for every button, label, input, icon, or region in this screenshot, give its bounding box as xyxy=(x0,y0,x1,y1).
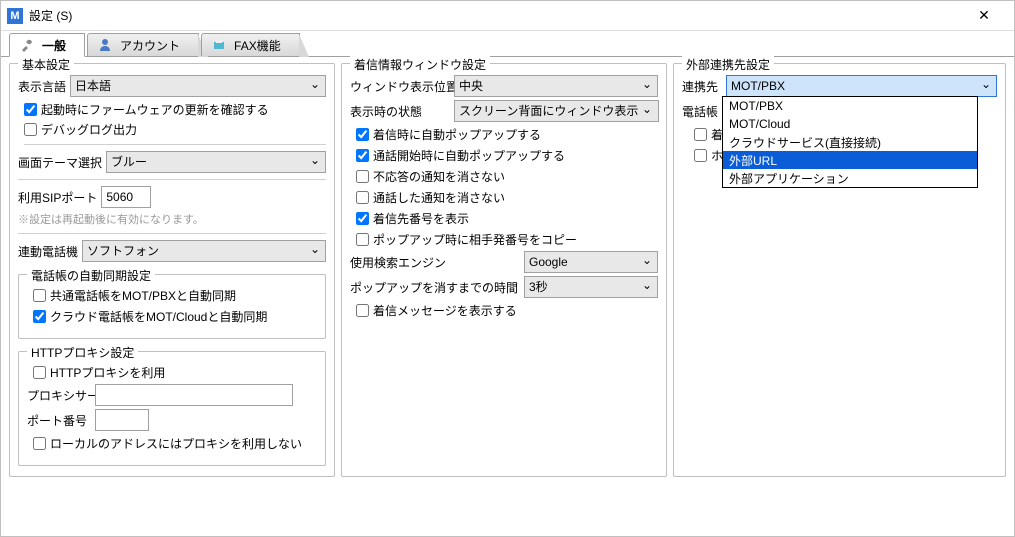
cb-label: 起動時にファームウェアの更新を確認する xyxy=(41,101,269,118)
sip-label: 利用SIPポート xyxy=(18,189,97,206)
cb-auto-popup-call[interactable] xyxy=(356,149,369,162)
group-sync: 電話帳の自動同期設定 共通電話帳をMOT/PBXと自動同期 クラウド電話帳をMO… xyxy=(18,274,326,339)
group-title: 基本設定 xyxy=(18,56,74,73)
tab-label: FAX機能 xyxy=(234,37,281,54)
group-external: 外部連携先設定 連携先 MOT/PBX MOT/PBXMOT/Cloudクラウド… xyxy=(673,63,1006,477)
time-select[interactable]: 3秒 xyxy=(524,276,658,298)
cb-startup-fw[interactable] xyxy=(24,103,37,116)
theme-select[interactable]: ブルー xyxy=(106,151,326,173)
cb-keep-called[interactable] xyxy=(356,191,369,204)
titlebar: M 設定 (S) ✕ xyxy=(1,1,1014,31)
link-option[interactable]: クラウドサービス(直接接続) xyxy=(723,133,977,151)
link-select-display: MOT/PBX xyxy=(726,75,997,97)
cb-label: 着信時に自動ポップアップする xyxy=(373,126,541,143)
link-option[interactable]: 外部URL xyxy=(723,151,977,169)
tab-fax[interactable]: FAX機能 xyxy=(201,33,300,56)
sip-hint: ※設定は再起動後に有効になります。 xyxy=(18,211,326,234)
cb-label: ローカルのアドレスにはプロキシを利用しない xyxy=(50,435,302,452)
linked-label: 連動電話機 xyxy=(18,243,78,260)
pos-select[interactable]: 中央 xyxy=(454,75,658,97)
link-label: 連携先 xyxy=(682,78,722,95)
user-icon xyxy=(98,38,112,52)
cb-http-use[interactable] xyxy=(33,366,46,379)
proxy-server-label: プロキシサーバ xyxy=(27,387,91,404)
fax-icon xyxy=(212,38,226,52)
state-label: 表示時の状態 xyxy=(350,103,450,120)
window-title: 設定 (S) xyxy=(29,7,962,24)
content-area: 基本設定 表示言語 日本語 起動時にファームウェアの更新を確認する デバッグログ… xyxy=(1,57,1014,483)
proxy-port-label: ポート番号 xyxy=(27,412,91,429)
cb-show-incoming-msg[interactable] xyxy=(356,304,369,317)
cb-label: HTTPプロキシを利用 xyxy=(50,364,165,381)
link-select-list[interactable]: MOT/PBXMOT/Cloudクラウドサービス(直接接続)外部URL外部アプリ… xyxy=(722,96,978,188)
cb-debug-log[interactable] xyxy=(24,123,37,136)
group-title: 電話帳の自動同期設定 xyxy=(27,267,155,284)
search-select[interactable]: Google xyxy=(524,251,658,273)
cb-label: 着信先番号を表示 xyxy=(373,210,469,227)
app-icon: M xyxy=(7,8,23,24)
group-title: HTTPプロキシ設定 xyxy=(27,344,138,361)
group-http-proxy: HTTPプロキシ設定 HTTPプロキシを利用 プロキシサーバ ポート番号 ローカ… xyxy=(18,351,326,466)
tabbar: 一般 アカウント FAX機能 xyxy=(1,31,1014,57)
tab-label: 一般 xyxy=(42,37,66,54)
tab-label: アカウント xyxy=(120,37,180,54)
linked-select[interactable]: ソフトフォン xyxy=(82,240,326,262)
lang-label: 表示言語 xyxy=(18,78,66,95)
cb-label: 共通電話帳をMOT/PBXと自動同期 xyxy=(50,287,236,304)
link-option[interactable]: MOT/PBX xyxy=(723,97,977,115)
theme-label: 画面テーマ選択 xyxy=(18,154,102,171)
cb-sync-common[interactable] xyxy=(33,289,46,302)
group-incoming: 着信情報ウィンドウ設定 ウィンドウ表示位置 中央 表示時の状態 スクリーン背面に… xyxy=(341,63,667,477)
close-button[interactable]: ✕ xyxy=(962,2,1006,30)
group-title: 外部連携先設定 xyxy=(682,56,774,73)
cb-auto-popup-incoming[interactable] xyxy=(356,128,369,141)
cb-partial-2[interactable] xyxy=(694,149,707,162)
group-basic: 基本設定 表示言語 日本語 起動時にファームウェアの更新を確認する デバッグログ… xyxy=(9,63,335,477)
proxy-port-input[interactable] xyxy=(95,409,149,431)
cb-show-caller-num[interactable] xyxy=(356,212,369,225)
cb-label: 不応答の通知を消さない xyxy=(373,168,505,185)
state-select[interactable]: スクリーン背面にウィンドウ表示 xyxy=(454,100,659,122)
pos-label: ウィンドウ表示位置 xyxy=(350,78,450,95)
link-option[interactable]: 外部アプリケーション xyxy=(723,169,977,187)
group-title: 着信情報ウィンドウ設定 xyxy=(350,56,490,73)
cb-copy-partner-num[interactable] xyxy=(356,233,369,246)
lang-select[interactable]: 日本語 xyxy=(70,75,326,97)
link-select[interactable]: MOT/PBX MOT/PBXMOT/Cloudクラウドサービス(直接接続)外部… xyxy=(726,75,997,97)
tab-account[interactable]: アカウント xyxy=(87,33,199,56)
sip-input[interactable] xyxy=(101,186,151,208)
search-label: 使用検索エンジン xyxy=(350,254,520,271)
tab-general[interactable]: 一般 xyxy=(9,33,85,57)
cb-label: ポップアップ時に相手発番号をコピー xyxy=(373,231,577,248)
phone-label: 電話帳 xyxy=(682,103,722,120)
cb-label: 通話した通知を消さない xyxy=(373,189,505,206)
link-option[interactable]: MOT/Cloud xyxy=(723,115,977,133)
tools-icon xyxy=(20,38,34,52)
proxy-server-input[interactable] xyxy=(95,384,293,406)
cb-label: デバッグログ出力 xyxy=(41,121,137,138)
cb-partial-1[interactable] xyxy=(694,128,707,141)
cb-keep-noanswer[interactable] xyxy=(356,170,369,183)
cb-label: 通話開始時に自動ポップアップする xyxy=(373,147,565,164)
cb-label: 着信メッセージを表示する xyxy=(373,302,517,319)
cb-sync-cloud[interactable] xyxy=(33,310,46,323)
time-label: ポップアップを消すまでの時間 xyxy=(350,279,520,296)
cb-local-bypass[interactable] xyxy=(33,437,46,450)
cb-label: クラウド電話帳をMOT/Cloudと自動同期 xyxy=(50,308,267,325)
